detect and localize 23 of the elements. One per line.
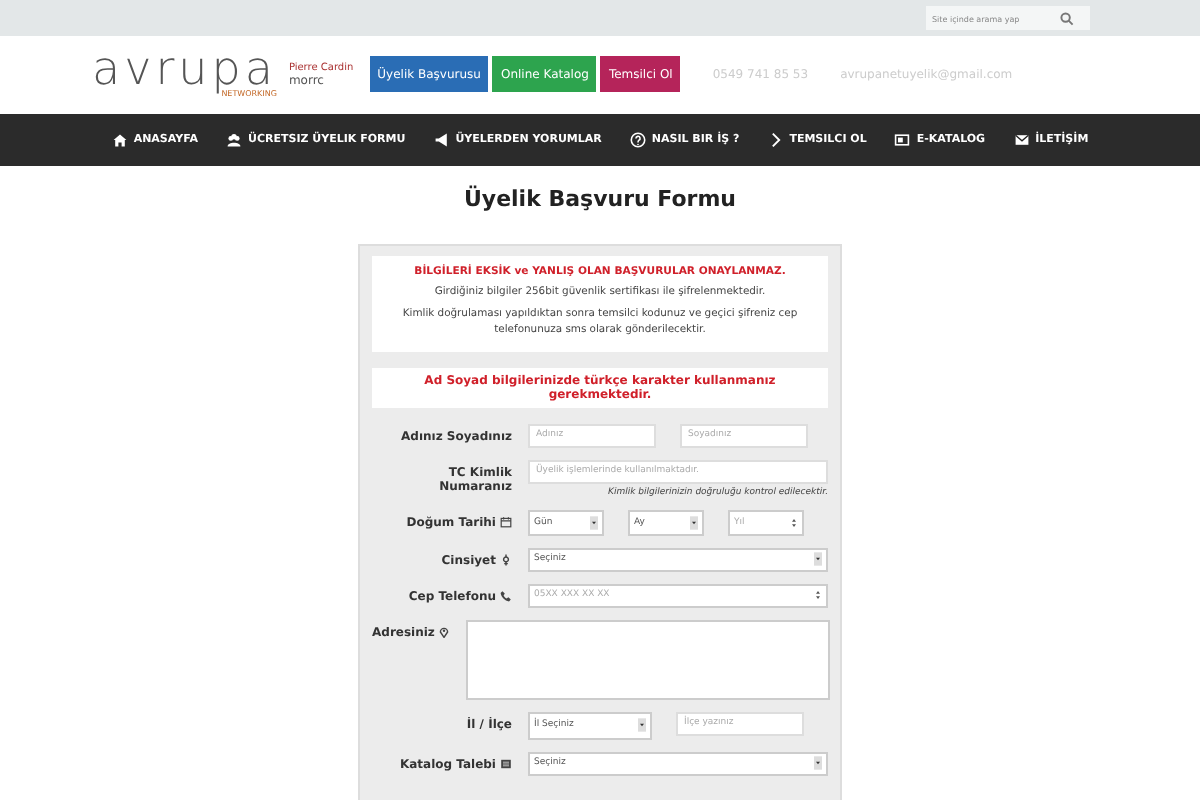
list-icon <box>500 758 512 771</box>
map-pin-icon <box>438 626 451 639</box>
phone-icon <box>500 590 512 603</box>
address-field[interactable] <box>466 619 831 700</box>
caret-icon <box>690 515 698 530</box>
home-icon <box>111 132 128 148</box>
caret-icon <box>590 515 598 530</box>
spinner-icon <box>790 515 798 530</box>
megaphone-icon <box>433 132 450 148</box>
picture-frame-icon <box>894 132 911 148</box>
calendar-icon <box>500 516 512 529</box>
chevron-icon <box>767 132 784 148</box>
search-icon <box>1060 11 1074 25</box>
mail-icon <box>1013 132 1030 148</box>
logo-wordmark: avrupa <box>92 50 277 90</box>
caret-icon <box>814 756 822 771</box>
page-title: Üyelik Başvuru Formu <box>461 186 739 212</box>
spinner-icon <box>814 588 822 603</box>
people-icon <box>226 132 242 148</box>
gender-icon <box>500 554 512 567</box>
caret-icon <box>814 552 822 567</box>
question-icon <box>629 132 646 148</box>
caret-icon <box>638 718 646 733</box>
